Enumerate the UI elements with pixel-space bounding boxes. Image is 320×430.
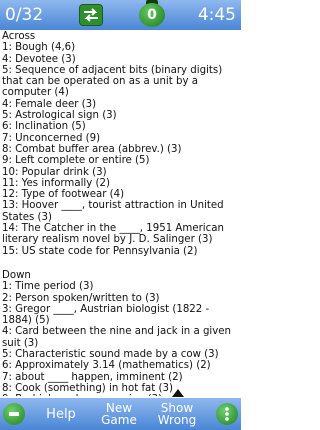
across-title: Across bbox=[2, 31, 36, 42]
help-button[interactable]: Help bbox=[43, 408, 79, 421]
arrow-left-icon bbox=[9, 412, 19, 416]
down-clue[interactable]: 1: Time period (3) bbox=[2, 281, 239, 292]
across-clue[interactable]: 6: Inclination (5) bbox=[2, 121, 239, 132]
show-wrong-label-2: Wrong bbox=[157, 413, 197, 427]
new-game-label-2: Game bbox=[101, 413, 137, 427]
across-clue[interactable]: 15: US state code for Pennsylvania (2) bbox=[2, 246, 239, 257]
score-badge[interactable]: 0 bbox=[139, 3, 165, 27]
across-clue[interactable]: 5: Astrological sign (3) bbox=[2, 110, 239, 121]
across-clue[interactable]: 13: Hoover ____, tourist attraction in U… bbox=[2, 200, 239, 223]
across-clue[interactable]: 11: Yes informally (2) bbox=[2, 178, 239, 189]
down-clue[interactable]: 7: about ____ happen, imminent (2) bbox=[2, 372, 239, 383]
down-clue[interactable]: 5: Characteristic sound made by a cow (3… bbox=[2, 349, 239, 360]
across-clue[interactable]: 4: Devotee (3) bbox=[2, 54, 239, 65]
show-wrong-button[interactable]: Show Wrong bbox=[153, 402, 201, 426]
progress-counter: 0/32 bbox=[5, 5, 44, 25]
top-bar: 0/32 0 4:45 bbox=[0, 0, 241, 30]
across-clue[interactable]: 1: Bough (4,6) bbox=[2, 42, 239, 53]
across-clue[interactable]: 9: Left complete or entire (5) bbox=[2, 155, 239, 166]
across-clue[interactable]: 10: Popular drink (3) bbox=[2, 167, 239, 178]
previous-button[interactable] bbox=[3, 403, 25, 425]
scroll-up-icon[interactable] bbox=[172, 389, 184, 397]
down-clue[interactable]: 9: Barbie's male companion (3) bbox=[2, 394, 239, 396]
across-clue[interactable]: 4: Female deer (3) bbox=[2, 99, 239, 110]
down-clues: 1: Time period (3) 2: Person spoken/writt… bbox=[2, 281, 239, 396]
across-clue[interactable]: 5: Sequence of adjacent bits (binary dig… bbox=[2, 65, 239, 99]
clue-list[interactable]: Across 1: Bough (4,6) 4: Devotee (3) 5: Se… bbox=[2, 30, 239, 396]
across-clue[interactable]: 7: Unconcerned (9) bbox=[2, 133, 239, 144]
across-clue[interactable]: 14: The Catcher in the ____, 1951 Americ… bbox=[2, 223, 239, 246]
more-vertical-icon bbox=[225, 407, 229, 421]
down-clue[interactable]: 3: Gregor ____, Austrian biologist (1822… bbox=[2, 304, 239, 327]
menu-button[interactable] bbox=[216, 403, 238, 425]
across-clue[interactable]: 8: Combat buffer area (abbrev.) (3) bbox=[2, 144, 239, 155]
down-clue[interactable]: 8: Cook (something) in hot fat (3) bbox=[2, 383, 239, 394]
bottom-bar: Help New Game Show Wrong bbox=[0, 398, 241, 430]
down-clue[interactable]: 6: Approximately 3.14 (mathematics) (2) bbox=[2, 360, 239, 371]
across-clue[interactable]: 12: Type of footwear (4) bbox=[2, 189, 239, 200]
across-clues: 1: Bough (4,6) 4: Devotee (3) 5: Sequence … bbox=[2, 42, 239, 257]
timer: 4:45 bbox=[197, 5, 236, 25]
swap-arrows-icon bbox=[84, 8, 98, 22]
swap-button[interactable] bbox=[79, 4, 103, 26]
new-game-button[interactable]: New Game bbox=[97, 402, 141, 426]
down-clue[interactable]: 2: Person spoken/written to (3) bbox=[2, 293, 239, 304]
down-title: Down bbox=[2, 269, 31, 281]
down-clue[interactable]: 4: Card between the nine and jack in a g… bbox=[2, 326, 239, 349]
